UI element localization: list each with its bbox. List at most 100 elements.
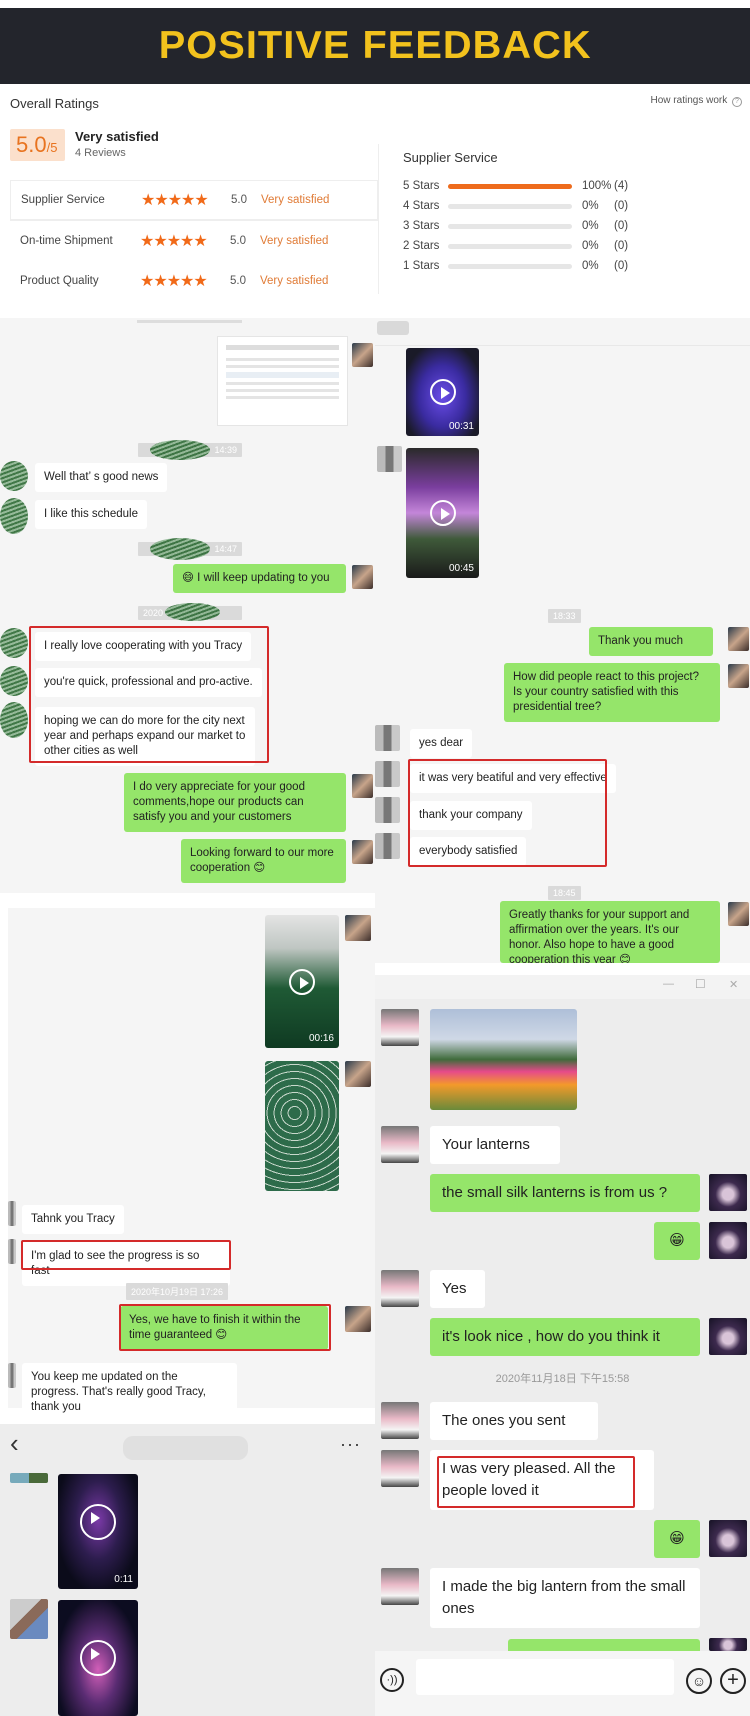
avatar-seller [709, 1174, 747, 1211]
star-breakdown-row: 1 Stars 0% (0) [403, 255, 628, 277]
how-ratings-label[interactable]: How ratings work [651, 95, 728, 106]
score-max: /5 [46, 140, 58, 155]
rating-verdict: Very satisfied [261, 194, 330, 206]
star-breakdown-row: 4 Stars 0% (0) [403, 195, 628, 217]
avatar-seller [709, 1318, 747, 1355]
breakdown-count: (4) [614, 180, 629, 192]
redaction [150, 538, 210, 560]
message-incoming: yes dear [410, 729, 473, 758]
maximize-button[interactable]: ☐ [695, 977, 706, 991]
message-outgoing-emoji: 😁 [654, 1222, 700, 1260]
how-ratings-work-link[interactable]: How ratings work ? [651, 95, 742, 107]
avatar-customer [377, 446, 402, 472]
avatar-customer [381, 1568, 419, 1605]
highlight-box [29, 626, 269, 763]
highlight-box [408, 759, 607, 867]
redaction [150, 440, 210, 460]
banner-title: POSITIVE FEEDBACK [158, 24, 592, 67]
timestamp: 2020年11月18日 下午15:58 [495, 1373, 630, 1385]
breakdown-bar-track [448, 263, 572, 269]
avatar-customer [10, 1473, 48, 1483]
message-outgoing: I do very appreciate for your good comme… [124, 773, 346, 832]
rating-label: On-time Shipment [20, 235, 113, 247]
close-button[interactable]: ✕ [729, 978, 738, 991]
video-message[interactable]: 00:31 [406, 348, 479, 436]
rating-verdict: Very satisfied [260, 275, 329, 287]
message-input[interactable] [416, 1659, 674, 1695]
message-incoming: Well that’ s good news [35, 463, 168, 492]
breakdown-bar-track [448, 183, 572, 189]
rating-verdict: Very satisfied [260, 235, 329, 247]
avatar-customer [375, 833, 400, 859]
timestamp-text: 2020 [143, 608, 164, 618]
video-message[interactable]: 0:11 [58, 1474, 138, 1589]
rating-score: 5.0 [231, 194, 247, 206]
avatar-seller [728, 627, 749, 651]
message-incoming: The ones you sent [430, 1402, 598, 1440]
message-outgoing-partial [508, 1639, 700, 1651]
message-outgoing: 😄 I will keep updating to you [173, 564, 346, 593]
rating-label: Product Quality [20, 275, 99, 287]
message-incoming: I like this schedule [35, 500, 147, 529]
avatar-seller [345, 1061, 371, 1087]
avatar-seller [345, 915, 371, 941]
star-level-label: 5 Stars [403, 180, 440, 192]
message-outgoing: the small silk lanterns is from us ? [430, 1174, 700, 1212]
timestamp: 18:45 [548, 886, 581, 900]
avatar-customer [0, 461, 28, 491]
divider [378, 144, 379, 294]
breakdown-percent: 0% [582, 200, 599, 212]
add-attachment-icon[interactable]: + [720, 1668, 746, 1694]
breakdown-percent: 0% [582, 240, 599, 252]
avatar-seller [352, 774, 373, 798]
avatar-customer [381, 1450, 419, 1487]
rating-row-product-quality: Product Quality ★★★★★ 5.0 Very satisfied [10, 261, 378, 301]
play-icon[interactable] [80, 1640, 116, 1676]
voice-input-icon[interactable]: ·)) [380, 1668, 404, 1692]
star-level-label: 2 Stars [403, 240, 440, 252]
emoji-icon[interactable]: ☺ [686, 1668, 712, 1694]
back-icon[interactable]: ‹ [10, 1428, 19, 1458]
star-breakdown-row: 5 Stars 100% (4) [403, 175, 628, 197]
timestamp-text: 14:47 [214, 544, 237, 554]
schedule-screenshot[interactable] [217, 336, 348, 426]
video-duration: 00:31 [448, 421, 474, 432]
video-message[interactable] [58, 1600, 138, 1716]
star-rating-icons: ★★★★★ [140, 273, 208, 290]
message-outgoing: Greatly thanks for your support and affi… [500, 901, 720, 963]
rating-row-supplier-service: Supplier Service ★★★★★ 5.0 Very satisfie… [10, 180, 378, 220]
avatar-customer [8, 1363, 16, 1388]
breakdown-count: (0) [614, 220, 629, 232]
avatar-customer [10, 1599, 48, 1639]
play-icon[interactable] [289, 968, 315, 995]
message-incoming: I made the big lantern from the small on… [430, 1568, 700, 1628]
help-icon: ? [732, 97, 742, 107]
message-outgoing: Thank you much [589, 627, 713, 656]
play-icon[interactable] [429, 379, 456, 405]
star-level-label: 4 Stars [403, 200, 440, 212]
rating-score: 5.0 [230, 275, 246, 287]
avatar-customer [381, 1402, 419, 1439]
minimize-button[interactable]: — [663, 978, 674, 990]
star-rating-icons: ★★★★★ [140, 233, 208, 250]
breakdown-count: (0) [614, 240, 629, 252]
avatar-customer [381, 1126, 419, 1163]
highlight-box [437, 1456, 635, 1508]
more-options-icon[interactable]: ··· [340, 1434, 361, 1455]
avatar-customer [0, 702, 28, 738]
play-icon[interactable] [429, 500, 456, 526]
ratings-panel: Overall Ratings How ratings work ? 5.0/5… [0, 84, 750, 294]
image-message[interactable] [430, 1009, 577, 1110]
play-icon[interactable] [80, 1503, 116, 1540]
timestamp-text: 14:39 [214, 445, 237, 455]
rating-row-on-time-shipment: On-time Shipment ★★★★★ 5.0 Very satisfie… [10, 221, 378, 261]
video-message[interactable]: 00:45 [406, 448, 479, 578]
video-duration: 00:16 [308, 1033, 334, 1044]
breakdown-percent: 100% [582, 180, 612, 192]
breakdown-bar-track [448, 243, 572, 249]
image-message[interactable] [265, 1061, 339, 1191]
breakdown-count: (0) [614, 260, 629, 272]
video-message[interactable]: 00:16 [265, 915, 339, 1048]
avatar-customer [0, 498, 28, 534]
avatar-seller [345, 1306, 371, 1332]
